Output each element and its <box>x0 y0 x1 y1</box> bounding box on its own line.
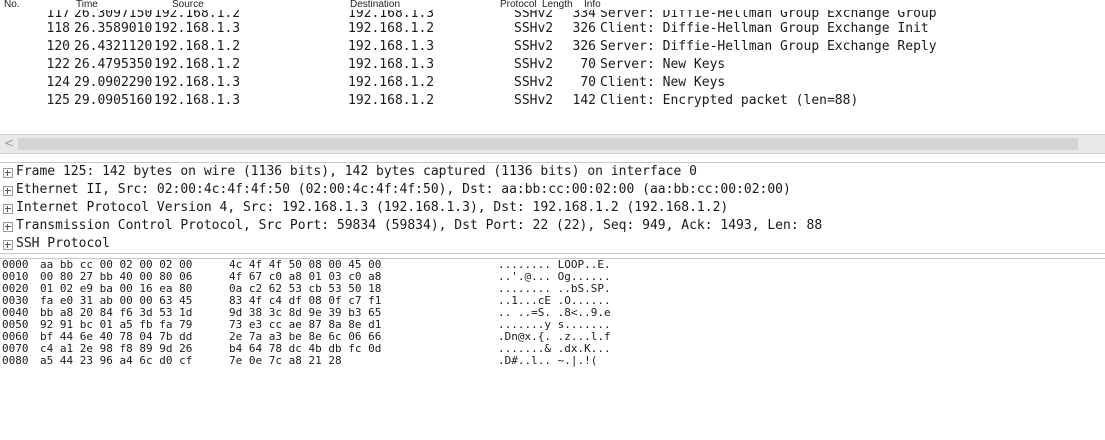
packet-no: 120 <box>46 39 70 54</box>
packet-protocol: SSHv2 <box>514 75 554 90</box>
packet-time: 29.0905160 <box>74 93 153 108</box>
scrollbar-thumb[interactable] <box>18 138 1078 150</box>
column-header-protocol[interactable]: Protocol <box>500 0 537 10</box>
packet-length: 70 <box>580 75 596 90</box>
packet-length: 70 <box>580 57 596 72</box>
packet-info: Server: New Keys <box>600 57 726 72</box>
packet-destination: 192.168.1.2 <box>348 75 435 90</box>
expand-plus-icon[interactable] <box>3 186 13 196</box>
detail-row-ip[interactable]: Internet Protocol Version 4, Src: 192.16… <box>0 199 1105 217</box>
detail-row-frame[interactable]: Frame 125: 142 bytes on wire (1136 bits)… <box>0 163 1105 181</box>
packet-protocol: SSHv2 <box>514 10 554 21</box>
hex-row[interactable]: 0080 a5 44 23 96 a4 6c d0 cf 7e 0e 7c a8… <box>0 355 1105 367</box>
column-header-length[interactable]: Length <box>542 0 573 10</box>
packet-time: 26.4321120 <box>74 39 153 54</box>
packet-no: 118 <box>46 21 70 36</box>
packet-source: 192.168.1.2 <box>154 57 241 72</box>
detail-text: SSH Protocol <box>16 236 110 251</box>
packet-protocol: SSHv2 <box>514 93 554 108</box>
packet-source: 192.168.1.3 <box>154 21 241 36</box>
packet-list: 117 26.3097150 192.168.1.2 192.168.1.3 S… <box>0 10 1105 134</box>
packet-row-selected[interactable]: 125 29.0905160 192.168.1.3 192.168.1.2 S… <box>0 92 1105 110</box>
packet-length: 326 <box>572 39 596 54</box>
packet-no: 125 <box>46 93 70 108</box>
packet-destination: 192.168.1.2 <box>348 93 435 108</box>
packet-info: Client: New Keys <box>600 75 726 90</box>
packet-source: 192.168.1.3 <box>154 75 241 90</box>
packet-no: 117 <box>46 10 70 21</box>
packet-time: 26.3589010 <box>74 21 153 36</box>
packet-info: Server: Diffie-Hellman Group Exchange Re… <box>600 39 937 54</box>
detail-row-ethernet[interactable]: Ethernet II, Src: 02:00:4c:4f:4f:50 (02:… <box>0 181 1105 199</box>
hex-bytes: a5 44 23 96 a4 6c d0 cf <box>40 354 193 367</box>
expand-plus-icon[interactable] <box>3 222 13 232</box>
detail-text: Frame 125: 142 bytes on wire (1136 bits)… <box>16 164 697 179</box>
expand-plus-icon[interactable] <box>3 168 13 178</box>
column-header-no[interactable]: No. <box>4 0 20 10</box>
packet-source: 192.168.1.2 <box>154 10 241 21</box>
packet-time: 26.3097150 <box>74 10 153 21</box>
packet-destination: 192.168.1.2 <box>348 21 435 36</box>
packet-length: 142 <box>572 93 596 108</box>
packet-row[interactable]: 124 29.0902290 192.168.1.3 192.168.1.2 S… <box>0 74 1105 92</box>
packet-info: Server: Diffie-Hellman Group Exchange Gr… <box>600 10 937 21</box>
expand-plus-icon[interactable] <box>3 204 13 214</box>
packet-info: Client: Diffie-Hellman Group Exchange In… <box>600 21 929 36</box>
packet-length: 334 <box>572 10 596 21</box>
packet-destination: 192.168.1.3 <box>348 57 435 72</box>
packet-bytes-pane: 0000 aa bb cc 00 02 00 02 00 4c 4f 4f 50… <box>0 258 1105 440</box>
packet-destination: 192.168.1.3 <box>348 39 435 54</box>
column-header-time[interactable]: Time <box>76 0 98 10</box>
packet-list-header: No. Time Source Destination Protocol Len… <box>0 0 1105 10</box>
column-header-destination[interactable]: Destination <box>350 0 400 10</box>
packet-details-pane: Frame 125: 142 bytes on wire (1136 bits)… <box>0 162 1105 254</box>
packet-source: 192.168.1.3 <box>154 93 241 108</box>
packet-time: 29.0902290 <box>74 75 153 90</box>
detail-text: Transmission Control Protocol, Src Port:… <box>16 218 823 233</box>
packet-destination: 192.168.1.3 <box>348 10 435 21</box>
horizontal-scrollbar[interactable]: < <box>0 134 1105 154</box>
detail-text: Ethernet II, Src: 02:00:4c:4f:4f:50 (02:… <box>16 182 791 197</box>
detail-text: Internet Protocol Version 4, Src: 192.16… <box>16 200 729 215</box>
packet-length: 326 <box>572 21 596 36</box>
packet-time: 26.4795350 <box>74 57 153 72</box>
packet-info: Client: Encrypted packet (len=88) <box>600 93 859 108</box>
packet-row[interactable]: 120 26.4321120 192.168.1.2 192.168.1.3 S… <box>0 38 1105 56</box>
packet-protocol: SSHv2 <box>514 21 554 36</box>
expand-plus-icon[interactable] <box>3 240 13 250</box>
hex-offset: 0080 <box>2 354 29 367</box>
packet-row[interactable]: 117 26.3097150 192.168.1.2 192.168.1.3 S… <box>0 10 1105 20</box>
packet-no: 122 <box>46 57 70 72</box>
hex-ascii: .D#..l.. ~.|.!( <box>498 354 598 367</box>
packet-protocol: SSHv2 <box>514 57 554 72</box>
packet-row[interactable]: 118 26.3589010 192.168.1.3 192.168.1.2 S… <box>0 20 1105 38</box>
column-header-info[interactable]: Info <box>584 0 601 10</box>
packet-source: 192.168.1.2 <box>154 39 241 54</box>
detail-row-tcp[interactable]: Transmission Control Protocol, Src Port:… <box>0 217 1105 235</box>
packet-row[interactable]: 122 26.4795350 192.168.1.2 192.168.1.3 S… <box>0 56 1105 74</box>
chevron-left-icon[interactable]: < <box>4 136 14 150</box>
hex-bytes: 7e 0e 7c a8 21 28 <box>229 354 342 367</box>
column-header-source[interactable]: Source <box>172 0 204 10</box>
packet-no: 124 <box>46 75 70 90</box>
packet-protocol: SSHv2 <box>514 39 554 54</box>
detail-row-ssh[interactable]: SSH Protocol <box>0 235 1105 253</box>
